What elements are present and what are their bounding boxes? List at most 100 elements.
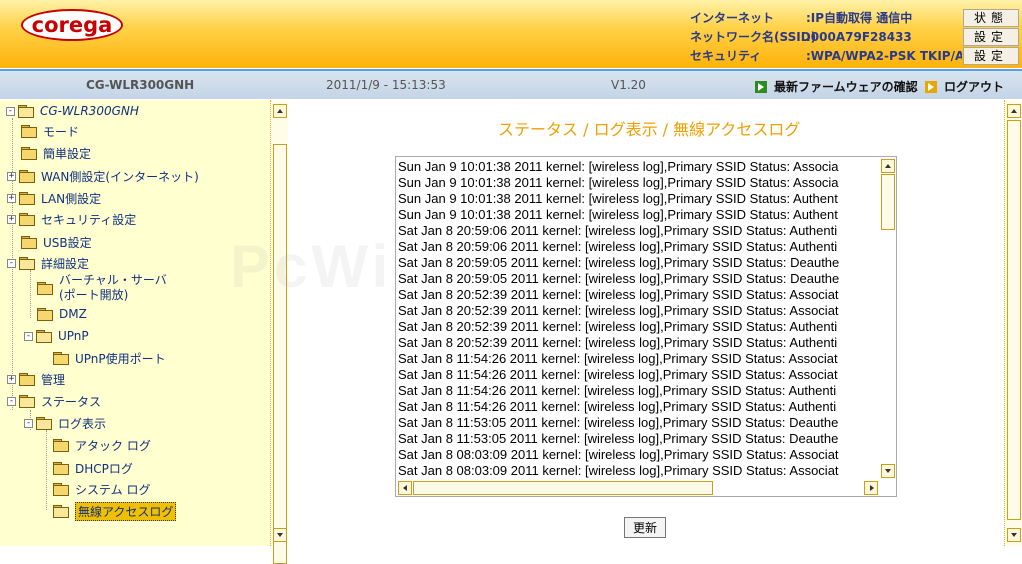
main-scroll-thumb[interactable] [1007,120,1021,520]
collapse-icon[interactable]: - [24,331,33,341]
tree-label-line1: バーチャル・サーバ [59,273,167,287]
tree-item-advanced-settings[interactable]: - 詳細設定 [7,253,89,273]
model-name: CG-WLR300GNH [86,78,195,92]
tree-item-wireless-access-log[interactable]: 無線アクセスログ [53,501,177,521]
tree-label: 管理 [41,372,66,387]
log-scroll-left-icon[interactable] [398,481,412,495]
tree-item-wan-settings[interactable]: + WAN側設定(インターネット) [7,166,199,186]
ssid-settings-button[interactable]: 設定 [963,28,1019,46]
tree-label: バーチャル・サーバ (ポート開放) [59,273,167,303]
folder-icon [37,282,53,295]
log-line: Sun Jan 9 10:01:38 2011 kernel: [wireles… [398,159,839,174]
scroll-down-icon[interactable] [273,528,287,542]
tree-label: DHCPログ [75,461,133,476]
log-lines: Sun Jan 9 10:01:38 2011 kernel: [wireles… [398,159,882,479]
tree-item-lan-settings[interactable]: + LAN側設定 [7,188,101,208]
log-line: Sat Jan 8 20:59:05 2011 kernel: [wireles… [398,255,840,270]
tree-label-selected: 無線アクセスログ [75,501,177,521]
tree-item-easy-setup[interactable]: 簡単設定 [21,143,91,163]
log-scroll-down-icon[interactable] [881,464,895,478]
tree-item-upnp-ports[interactable]: UPnP使用ポート [53,348,166,368]
main-scroll-down-icon[interactable] [1007,528,1021,542]
status-info-values: :IP自動取得 通信中 :000A79F28433 :WPA/WPA2-PSK … [806,9,962,66]
tree-label: セキュリティ設定 [41,212,137,227]
firmware-version: V1.20 [611,78,646,92]
tree-label: UPnP [58,329,89,343]
folder-open-icon [19,395,35,408]
folder-icon [53,462,69,475]
security-value: :WPA/WPA2-PSK TKIP/AES [806,49,962,63]
log-line: Sun Jan 9 10:01:38 2011 kernel: [wireles… [398,207,838,222]
logout-link[interactable]: ログアウト [925,78,1004,95]
security-settings-button[interactable]: 設定 [963,47,1019,65]
expand-icon[interactable]: + [7,374,16,384]
expand-icon[interactable]: + [7,171,16,181]
tree-line [30,270,31,318]
logout-label: ログアウト [944,80,1005,94]
folder-icon [53,352,69,365]
tree-item-security-settings[interactable]: + セキュリティ設定 [7,209,136,229]
collapse-icon[interactable]: - [7,396,16,406]
main-scroll-up-icon[interactable] [1007,104,1021,118]
sidebar-scrollbar[interactable] [270,100,288,564]
tree-item-dhcp-log[interactable]: DHCPログ [53,458,133,478]
tree-label: 簡単設定 [43,146,92,161]
tree-item-usb-settings[interactable]: USB設定 [21,232,92,252]
firmware-check-label: 最新ファームウェアの確認 [774,80,918,94]
folder-icon [19,170,35,183]
tree-label: USB設定 [43,235,92,250]
tree-label: CG-WLR300GNH [40,104,139,118]
tree-item-management[interactable]: + 管理 [7,369,65,389]
sidebar-scroll-thumb[interactable] [273,144,287,564]
folder-icon [37,308,53,321]
header-buttons: 状態 設定 設定 [963,9,1019,66]
folder-open-icon [18,105,34,118]
internet-value: :IP自動取得 通信中 [806,11,913,25]
tree-item-dmz[interactable]: DMZ [37,304,87,324]
collapse-icon[interactable]: - [6,106,15,116]
refresh-button[interactable]: 更新 [624,517,666,538]
tree-label: ステータス [41,394,102,409]
folder-icon [21,125,37,138]
log-line: Sat Jan 8 08:03:09 2011 kernel: [wireles… [398,463,839,478]
internet-label: インターネット [690,11,775,25]
security-label: セキュリティ [690,49,762,63]
tree-item-mode[interactable]: モード [21,121,79,141]
tree-item-system-log[interactable]: システム ログ [53,479,150,499]
tree-line [46,430,47,510]
folder-icon [53,439,69,452]
log-scroll-up-icon[interactable] [881,159,895,173]
main-scrollbar[interactable] [1004,100,1022,546]
log-vscroll-thumb[interactable] [881,174,895,230]
expand-icon[interactable]: + [7,214,16,224]
tree-label: LAN側設定 [41,191,102,206]
folder-open-icon [19,257,35,270]
page-title: ステータス / ログ表示 / 無線アクセスログ [498,120,801,139]
log-line: Sat Jan 8 20:52:39 2011 kernel: [wireles… [398,319,838,334]
log-scroll-right-icon[interactable] [864,481,878,495]
tree-item-attack-log[interactable]: アタック ログ [53,435,151,455]
tree-item-virtual-server[interactable]: バーチャル・サーバ (ポート開放) [37,273,167,303]
sidebar-nav: - CG-WLR300GNH モード 簡単設定 + WAN側設定(インターネット… [0,100,270,546]
tree-label: DMZ [59,307,87,321]
tree-item-log-view[interactable]: - ログ表示 [24,413,106,433]
scroll-up-icon[interactable] [273,104,287,118]
firmware-check-link[interactable]: 最新ファームウェアの確認 [755,78,918,95]
internet-status-button[interactable]: 状態 [963,9,1019,27]
tree-item-upnp[interactable]: - UPnP [24,326,89,346]
tree-item-root[interactable]: - CG-WLR300GNH [6,101,139,121]
ssid-label: ネットワーク名(SSID) [690,30,817,44]
tree-label: システム ログ [75,482,151,497]
wireless-log-textarea[interactable]: Sun Jan 9 10:01:38 2011 kernel: [wireles… [395,156,897,497]
collapse-icon[interactable]: - [24,418,33,428]
log-line: Sat Jan 8 11:54:26 2011 kernel: [wireles… [398,367,838,382]
folder-open-icon [36,330,52,343]
log-hscroll-thumb[interactable] [413,481,713,495]
log-line: Sat Jan 8 20:52:39 2011 kernel: [wireles… [398,335,838,350]
collapse-icon[interactable]: - [7,258,16,268]
tree-item-status[interactable]: - ステータス [7,391,101,411]
folder-icon [19,192,35,205]
expand-icon[interactable]: + [7,193,16,203]
folder-icon [19,213,35,226]
folder-icon [21,236,37,249]
